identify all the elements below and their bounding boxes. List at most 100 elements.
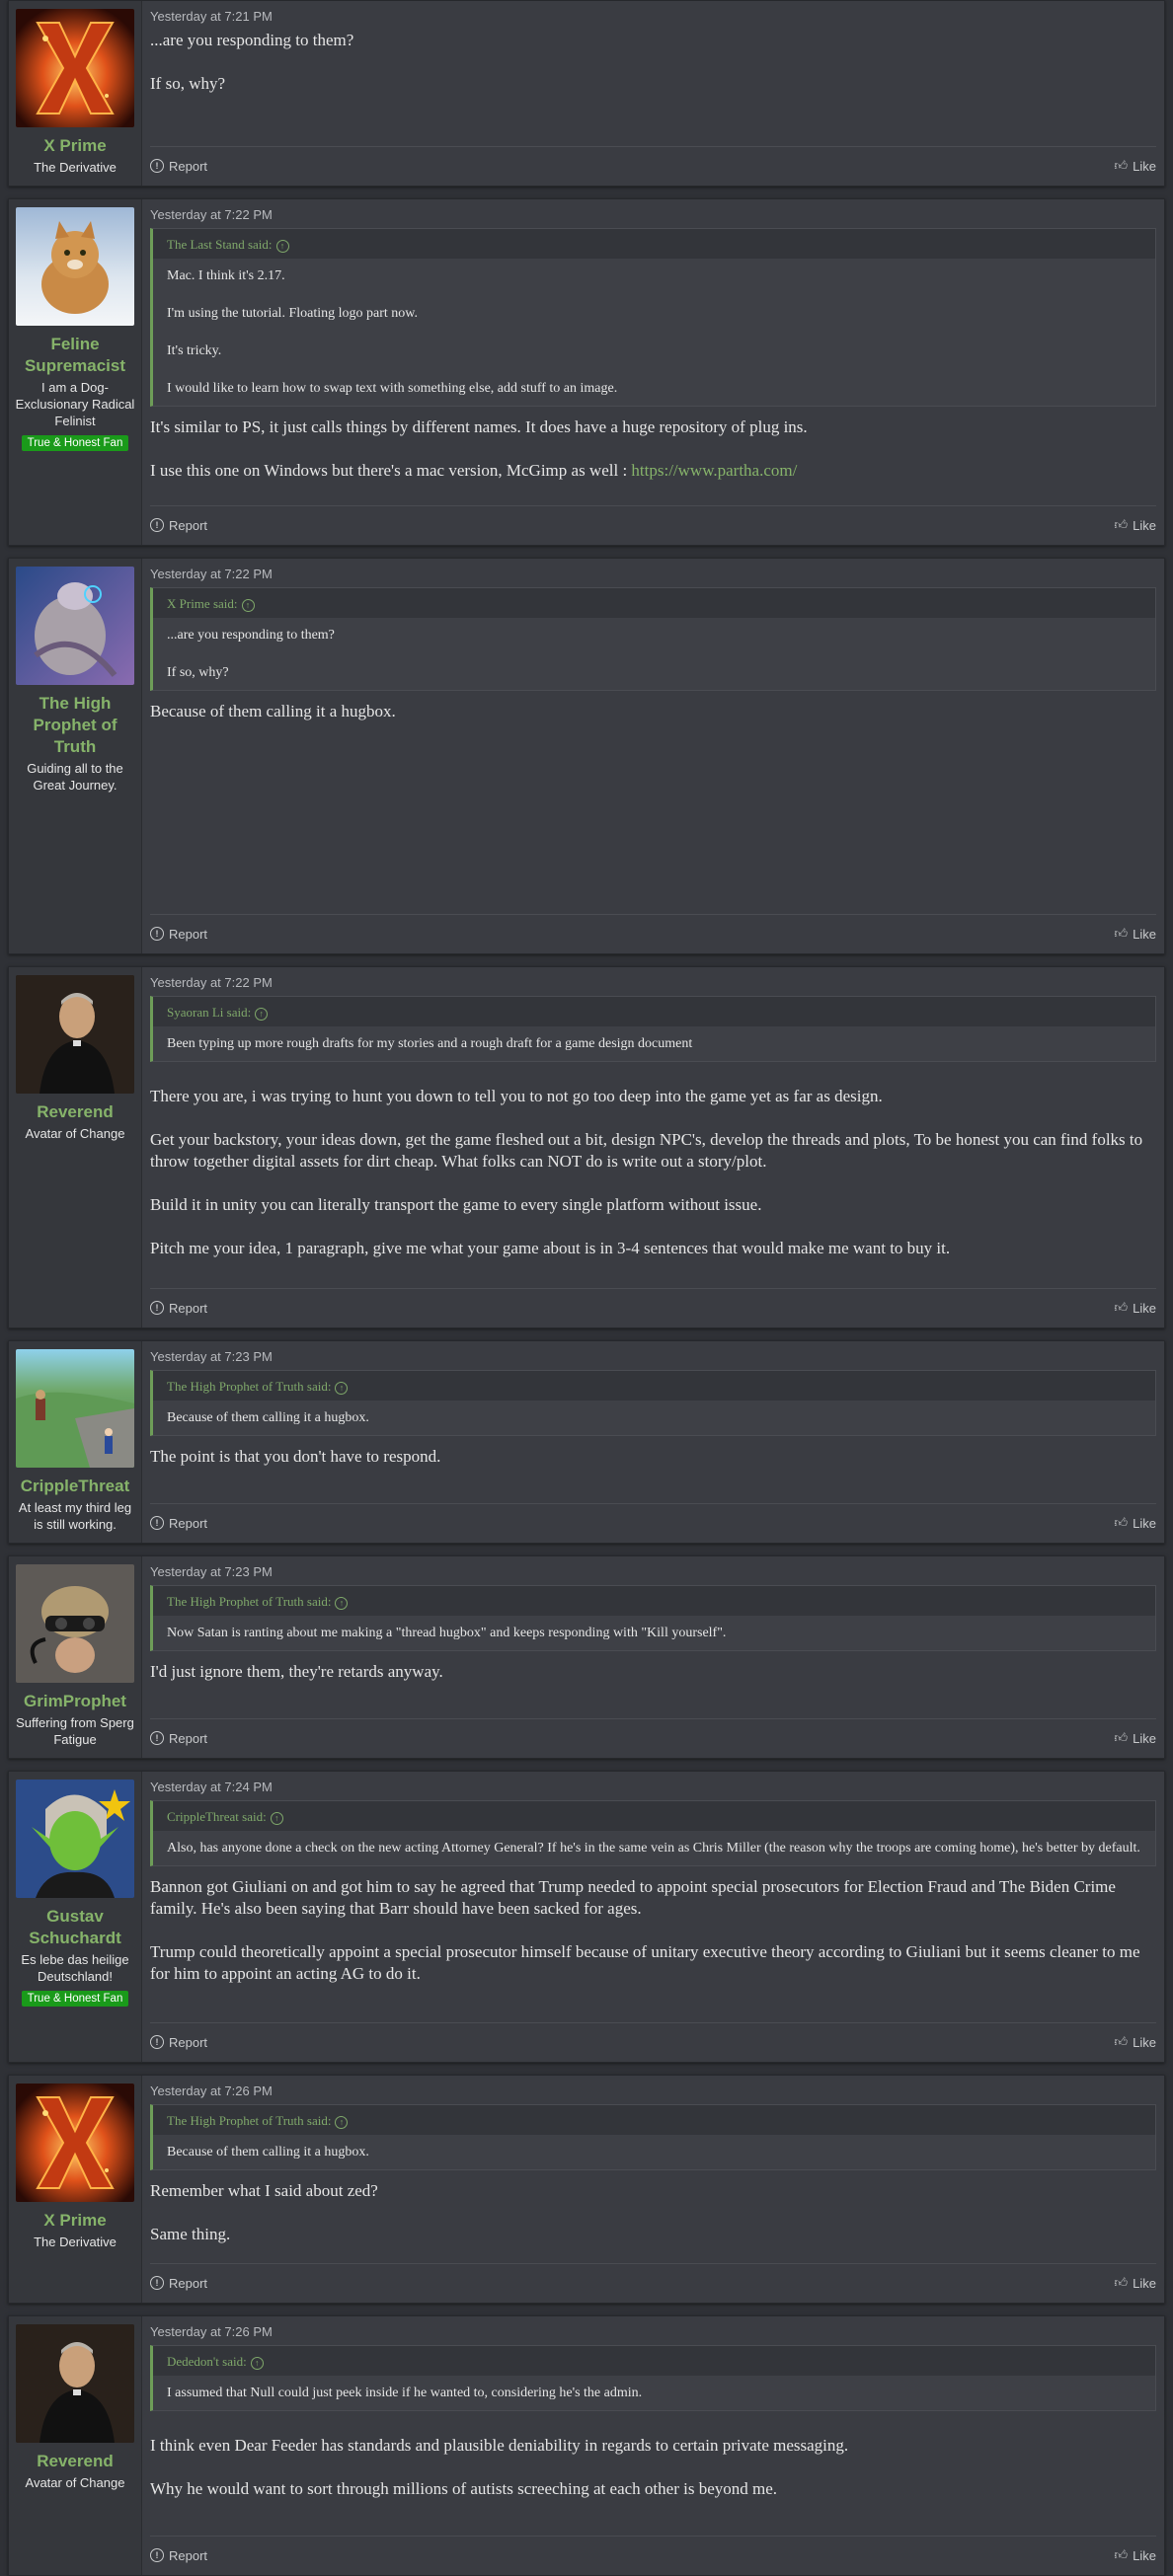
jump-up-icon[interactable]: ↑: [255, 1007, 269, 1021]
like-label: Like: [1133, 2275, 1156, 2291]
quote-author-label[interactable]: Dededon't said:: [167, 2354, 247, 2369]
username[interactable]: CrippleThreat: [21, 1476, 130, 1497]
avatar[interactable]: [16, 567, 134, 685]
info-icon: !: [150, 1731, 164, 1745]
jump-up-icon[interactable]: ↑: [275, 239, 289, 253]
paragraph-text: Because of them calling it a hugbox.: [150, 702, 396, 720]
username[interactable]: Gustav Schuchardt: [13, 1906, 137, 1949]
paragraph-text: Remember what I said about zed?: [150, 2181, 378, 2200]
post-main: Yesterday at 7:23 PM The High Prophet of …: [142, 1556, 1164, 1758]
like-button[interactable]: 👍︎ Like: [1115, 2275, 1156, 2291]
avatar[interactable]: [16, 2084, 134, 2202]
like-button[interactable]: 👍︎ Like: [1115, 1730, 1156, 1746]
quote-author-label[interactable]: Syaoran Li said:: [167, 1005, 251, 1020]
post-date[interactable]: Yesterday at 7:22 PM: [150, 207, 1156, 222]
post-date[interactable]: Yesterday at 7:24 PM: [150, 1780, 1156, 1794]
post-main: Yesterday at 7:26 PM Dededon't said: ↑ I as…: [142, 2316, 1164, 2575]
user-title: Guiding all to the Great Journey.: [27, 761, 123, 793]
avatar[interactable]: [16, 207, 134, 326]
thumbs-up-icon: 👍︎: [1114, 517, 1129, 532]
quote-author-label[interactable]: X Prime said:: [167, 596, 238, 611]
quote-author[interactable]: The High Prophet of Truth said: ↑: [153, 1586, 1155, 1616]
quote-author[interactable]: Dededon't said: ↑: [153, 2346, 1155, 2376]
jump-up-icon[interactable]: ↑: [241, 598, 255, 612]
report-button[interactable]: ! Report: [150, 2547, 207, 2563]
user-info: X Prime The Derivative: [9, 2076, 142, 2303]
quote-author[interactable]: The High Prophet of Truth said: ↑: [153, 1371, 1155, 1401]
like-button[interactable]: 👍︎ Like: [1115, 2547, 1156, 2563]
jump-up-icon[interactable]: ↑: [335, 1381, 349, 1395]
report-button[interactable]: ! Report: [150, 517, 207, 533]
post-date[interactable]: Yesterday at 7:26 PM: [150, 2084, 1156, 2098]
paragraph-text: If so, why?: [150, 74, 226, 93]
like-label: Like: [1133, 2547, 1156, 2563]
avatar[interactable]: [16, 1564, 134, 1683]
paragraph-text: Same thing.: [150, 2225, 231, 2243]
thumbs-up-icon: 👍︎: [1114, 2547, 1129, 2562]
jump-up-icon[interactable]: ↑: [335, 2115, 349, 2129]
like-button[interactable]: 👍︎ Like: [1115, 926, 1156, 942]
quote-author-label[interactable]: The High Prophet of Truth said:: [167, 1379, 331, 1394]
like-button[interactable]: 👍︎ Like: [1115, 2034, 1156, 2050]
report-button[interactable]: ! Report: [150, 1515, 207, 1531]
report-button[interactable]: ! Report: [150, 2275, 207, 2291]
quote-block: Dededon't said: ↑ I assumed that Null coul…: [150, 2345, 1156, 2411]
quote-body: Because of them calling it a hugbox.: [153, 1401, 1155, 1435]
thumbs-up-icon: 👍︎: [1114, 158, 1129, 173]
quote-body: Because of them calling it a hugbox.: [153, 2135, 1155, 2169]
post-date[interactable]: Yesterday at 7:23 PM: [150, 1564, 1156, 1579]
post-main: Yesterday at 7:22 PM X Prime said: ↑ ...are…: [142, 559, 1164, 953]
quote-author[interactable]: X Prime said: ↑: [153, 588, 1155, 618]
avatar[interactable]: [16, 1349, 134, 1468]
report-button[interactable]: ! Report: [150, 926, 207, 942]
report-button[interactable]: ! Report: [150, 2034, 207, 2050]
post-paragraph: Same thing.: [150, 2224, 1156, 2245]
username[interactable]: X Prime: [43, 2210, 106, 2232]
paragraph-text: Why he would want to sort through millio…: [150, 2479, 778, 2498]
username[interactable]: X Prime: [43, 135, 106, 157]
user-info: X Prime The Derivative: [9, 1, 142, 186]
post-date[interactable]: Yesterday at 7:22 PM: [150, 567, 1156, 581]
quote-author[interactable]: CrippleThreat said: ↑: [153, 1801, 1155, 1831]
like-button[interactable]: 👍︎ Like: [1115, 158, 1156, 174]
post: Feline Supremacist I am a Dog-Exclusionar…: [8, 198, 1165, 546]
user-info: CrippleThreat At least my third leg is st…: [9, 1341, 142, 1543]
quote-author-label[interactable]: CrippleThreat said:: [167, 1809, 267, 1824]
external-link[interactable]: https://www.partha.com/: [631, 461, 797, 480]
quote-author[interactable]: The High Prophet of Truth said: ↑: [153, 2105, 1155, 2135]
quote-author[interactable]: Syaoran Li said: ↑: [153, 997, 1155, 1026]
post-paragraph: ...are you responding to them?: [150, 30, 1156, 51]
post-actions: ! Report 👍︎ Like: [150, 2536, 1156, 2575]
avatar[interactable]: [16, 9, 134, 127]
post-date[interactable]: Yesterday at 7:21 PM: [150, 9, 1156, 24]
report-button[interactable]: ! Report: [150, 158, 207, 174]
username[interactable]: Reverend: [37, 1101, 113, 1123]
quote-line: Because of them calling it a hugbox.: [167, 2145, 369, 2159]
quote-author-label[interactable]: The Last Stand said:: [167, 237, 273, 252]
quote-author[interactable]: The Last Stand said: ↑: [153, 229, 1155, 259]
post: X Prime The Derivative Yesterday at 7:26 P…: [8, 2075, 1165, 2304]
post-date[interactable]: Yesterday at 7:22 PM: [150, 975, 1156, 990]
avatar[interactable]: [16, 1780, 134, 1898]
post-paragraph: I think even Dear Feeder has standards a…: [150, 2435, 1156, 2457]
jump-up-icon[interactable]: ↑: [335, 1596, 349, 1610]
like-button[interactable]: 👍︎ Like: [1115, 1515, 1156, 1531]
post-date[interactable]: Yesterday at 7:26 PM: [150, 2324, 1156, 2339]
post-date[interactable]: Yesterday at 7:23 PM: [150, 1349, 1156, 1364]
username[interactable]: The High Prophet of Truth: [13, 693, 137, 758]
username[interactable]: GrimProphet: [24, 1691, 126, 1712]
username[interactable]: Feline Supremacist: [13, 334, 137, 377]
like-button[interactable]: 👍︎ Like: [1115, 517, 1156, 533]
quote-author-label[interactable]: The High Prophet of Truth said:: [167, 2113, 331, 2128]
like-button[interactable]: 👍︎ Like: [1115, 1300, 1156, 1316]
username[interactable]: Reverend: [37, 2451, 113, 2472]
post-main: Yesterday at 7:22 PM The Last Stand said:…: [142, 199, 1164, 545]
jump-up-icon[interactable]: ↑: [250, 2356, 264, 2370]
paragraph-text: ...are you responding to them?: [150, 31, 354, 49]
avatar[interactable]: [16, 2324, 134, 2443]
quote-author-label[interactable]: The High Prophet of Truth said:: [167, 1594, 331, 1609]
report-button[interactable]: ! Report: [150, 1730, 207, 1746]
jump-up-icon[interactable]: ↑: [270, 1811, 283, 1825]
avatar[interactable]: [16, 975, 134, 1094]
report-button[interactable]: ! Report: [150, 1300, 207, 1316]
